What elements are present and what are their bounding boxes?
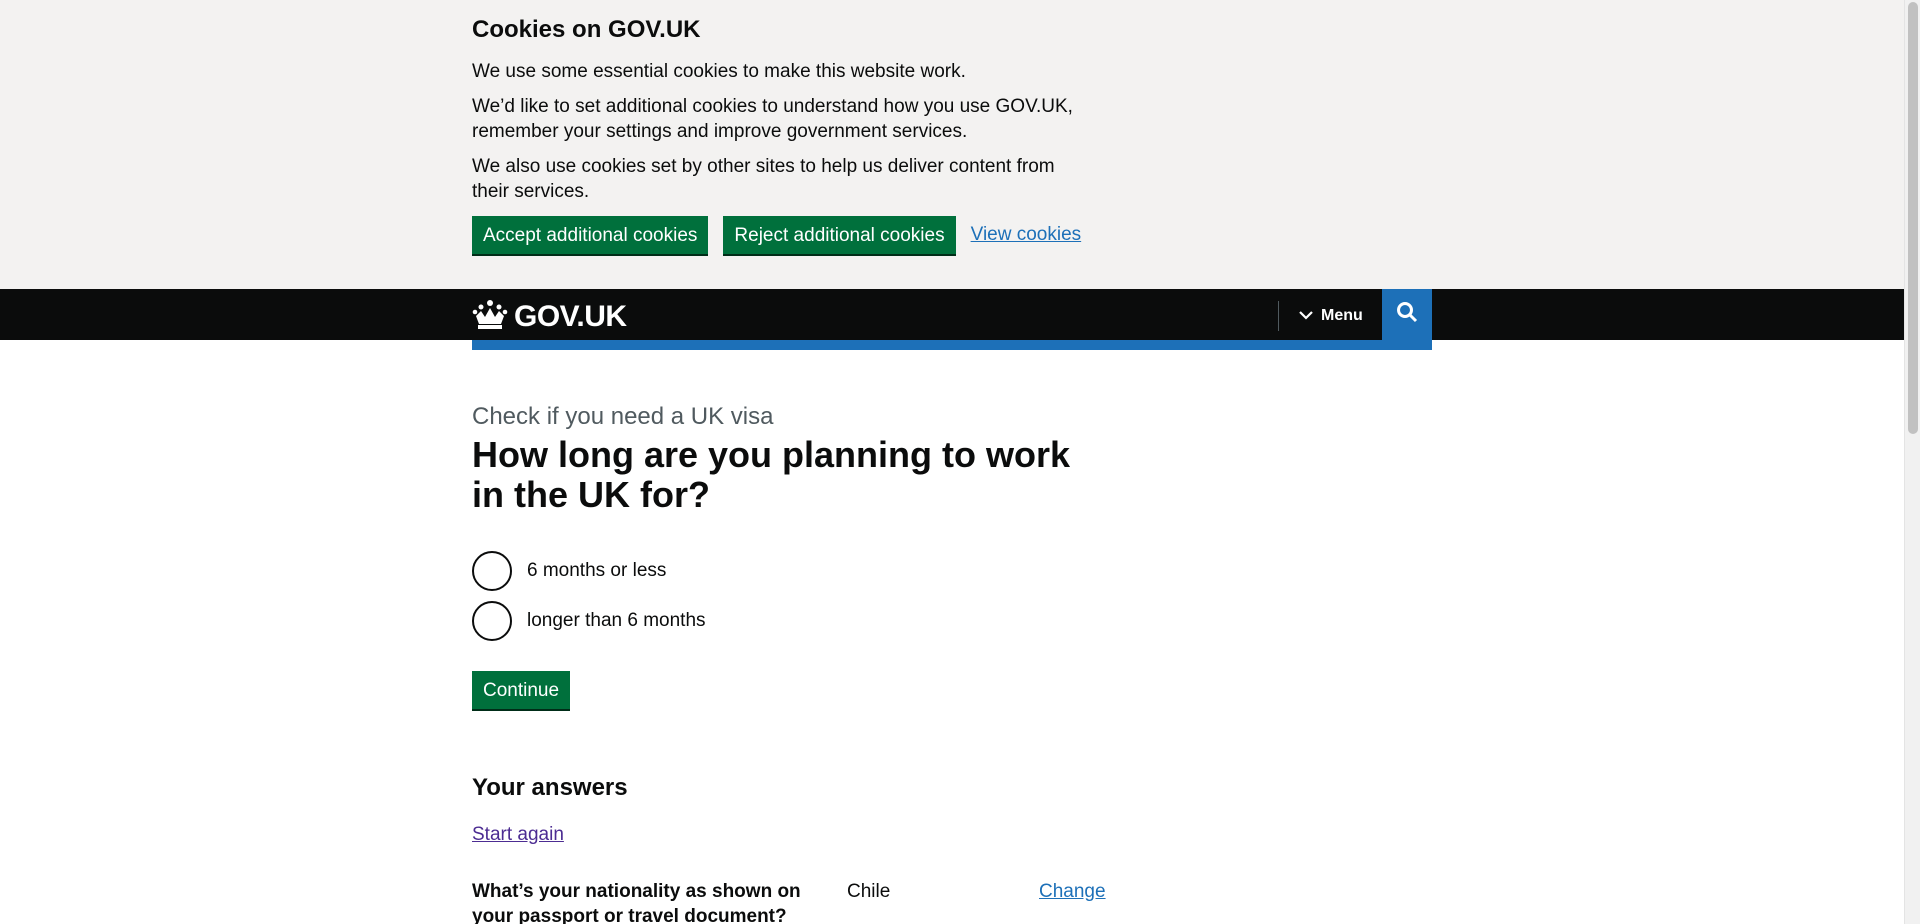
page: Cookies on GOV.UK We use some essential …	[0, 0, 1904, 924]
accept-cookies-button[interactable]: Accept additional cookies	[472, 216, 709, 254]
cookie-banner: Cookies on GOV.UK We use some essential …	[0, 0, 1904, 289]
radio-label[interactable]: longer than 6 months	[527, 610, 706, 632]
page-title: How long are you planning to work in the…	[472, 434, 1071, 515]
summary-answer: Chile	[847, 881, 891, 902]
menu-button[interactable]: Menu	[1278, 301, 1382, 331]
summary-question: What’s your nationality as shown on your…	[472, 881, 801, 924]
view-cookies-link[interactable]: View cookies	[971, 224, 1082, 246]
radio-label[interactable]: 6 months or less	[527, 560, 666, 582]
change-link[interactable]: Change	[1039, 881, 1106, 902]
radio-longer-than-6-months[interactable]: longer than 6 months	[472, 601, 1432, 641]
site-header: GOV.UK Menu	[0, 289, 1904, 340]
continue-button[interactable]: Continue	[472, 671, 571, 709]
your-answers-heading: Your answers	[472, 774, 628, 801]
cookie-banner-text-3: We also use cookies set by other sites t…	[472, 156, 1055, 202]
duration-radios: 6 months or less longer than 6 months	[472, 551, 1432, 641]
scrollbar[interactable]	[1904, 0, 1920, 924]
govuk-logo-link[interactable]: GOV.UK	[472, 298, 627, 335]
radio-6-months-or-less[interactable]: 6 months or less	[472, 551, 1432, 591]
chevron-down-icon	[1299, 307, 1313, 325]
radio-button[interactable]	[472, 601, 512, 641]
cookie-banner-text-2: We’d like to set additional cookies to u…	[472, 96, 1073, 142]
header-blue-bar	[472, 340, 1432, 350]
cookie-banner-title: Cookies on GOV.UK	[472, 16, 701, 43]
logo-text: GOV.UK	[514, 299, 627, 333]
service-caption: Check if you need a UK visa	[472, 403, 774, 430]
menu-label: Menu	[1321, 307, 1363, 324]
crown-icon	[472, 298, 508, 335]
radio-button[interactable]	[472, 551, 512, 591]
cookie-actions: Accept additional cookies Reject additio…	[472, 216, 1432, 254]
start-again-link[interactable]: Start again	[472, 824, 564, 846]
summary-row: What’s your nationality as shown on your…	[472, 879, 1432, 924]
main-content: Check if you need a UK visa How long are…	[472, 350, 1432, 924]
scrollbar-thumb[interactable]	[1908, 2, 1918, 434]
cookie-banner-text-1: We use some essential cookies to make th…	[472, 61, 966, 82]
search-icon	[1396, 301, 1418, 328]
search-button[interactable]	[1382, 289, 1432, 340]
reject-cookies-button[interactable]: Reject additional cookies	[723, 216, 956, 254]
